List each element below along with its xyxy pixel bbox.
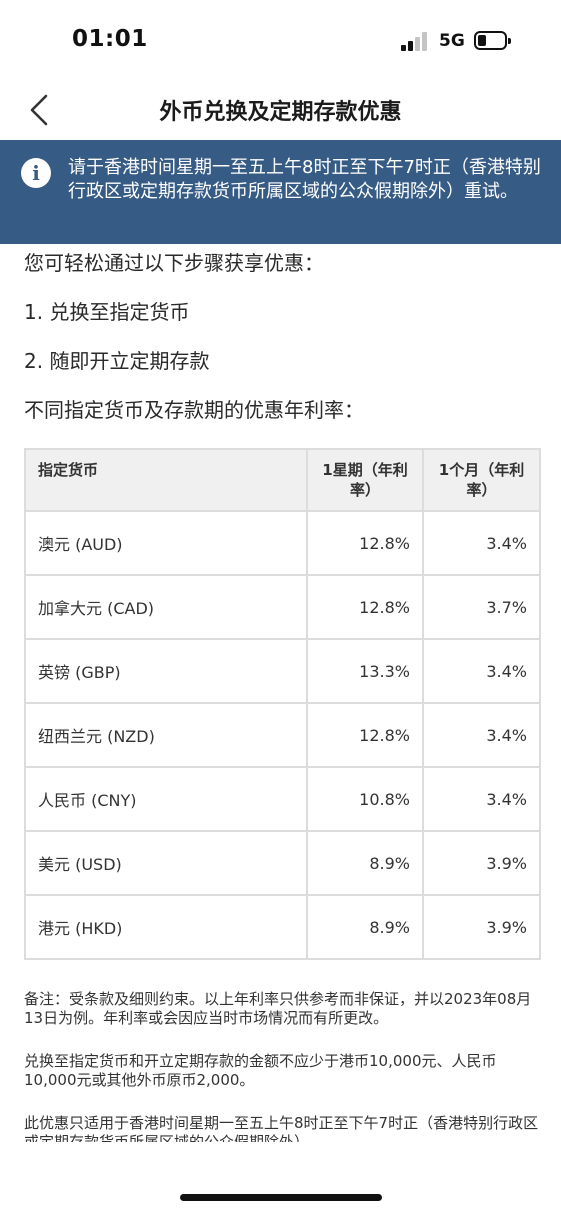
currency-cell: 英镑 (GBP) — [24, 638, 308, 704]
column-header-1-month: 1个月（年利率） — [422, 448, 541, 512]
rate-1-week-cell: 10.8% — [306, 766, 424, 832]
rates-table: 指定货币 1星期（年利率） 1个月（年利率） 澳元 (AUD) 12.8% 3.… — [24, 448, 541, 960]
rate-1-month-cell: 3.4% — [422, 702, 541, 768]
table-row: 美元 (USD) 8.9% 3.9% — [24, 830, 541, 896]
step-item: 2. 随即开立定期存款 — [24, 349, 210, 373]
currency-cell: 港元 (HKD) — [24, 894, 308, 960]
table-row: 港元 (HKD) 8.9% 3.9% — [24, 894, 541, 960]
table-header-row: 指定货币 1星期（年利率） 1个月（年利率） — [24, 448, 541, 512]
rate-1-month-cell: 3.7% — [422, 574, 541, 640]
rate-1-week-cell: 12.8% — [306, 574, 424, 640]
step-item: 1. 兑换至指定货币 — [24, 300, 190, 324]
note-minimum-amount: 兑换至指定货币和开立定期存款的金额不应少于港币10,000元、人民币10,000… — [24, 1052, 497, 1089]
rate-1-week-cell: 13.3% — [306, 638, 424, 704]
rate-1-month-cell: 3.9% — [422, 830, 541, 896]
table-row: 加拿大元 (CAD) 12.8% 3.7% — [24, 574, 541, 640]
rate-1-month-cell: 3.4% — [422, 638, 541, 704]
table-row: 人民币 (CNY) 10.8% 3.4% — [24, 766, 541, 832]
column-header-currency: 指定货币 — [24, 448, 308, 512]
rate-1-week-cell: 12.8% — [306, 510, 424, 576]
currency-cell: 澳元 (AUD) — [24, 510, 308, 576]
battery-icon — [474, 31, 511, 50]
table-row: 澳元 (AUD) 12.8% 3.4% — [24, 510, 541, 576]
network-type: 5G — [439, 31, 465, 51]
main-content: 您可轻松通过以下步骤获享优惠： 1. 兑换至指定货币 2. 随即开立定期存款 不… — [24, 244, 540, 425]
home-indicator[interactable] — [180, 1194, 382, 1201]
rate-1-week-cell: 8.9% — [306, 830, 424, 896]
status-time: 01:01 — [72, 26, 148, 52]
intro-text: 您可轻松通过以下步骤获享优惠： — [24, 251, 324, 275]
banner-message: 请于香港时间星期一至五上午8时正至下午7时正（香港特别行政区或定期存款货币所属区… — [68, 157, 541, 202]
table-row: 英镑 (GBP) 13.3% 3.4% — [24, 638, 541, 704]
rate-1-week-cell: 8.9% — [306, 894, 424, 960]
rates-heading: 不同指定货币及存款期的优惠年利率： — [24, 398, 364, 422]
rate-1-month-cell: 3.9% — [422, 894, 541, 960]
column-header-1-week: 1星期（年利率） — [306, 448, 424, 512]
rate-1-month-cell: 3.4% — [422, 766, 541, 832]
notes-section: 备注：受条款及细则约束。以上年利率只供参考而非保证，并以2023年08月13日为… — [24, 990, 540, 1142]
cellular-signal-icon — [401, 31, 431, 51]
nav-header: 外币兑换及定期存款优惠 — [0, 84, 561, 140]
currency-cell: 美元 (USD) — [24, 830, 308, 896]
page-title: 外币兑换及定期存款优惠 — [159, 100, 402, 125]
rate-1-month-cell: 3.4% — [422, 510, 541, 576]
info-banner: i 请于香港时间星期一至五上午8时正至下午7时正（香港特别行政区或定期存款货币所… — [0, 140, 561, 244]
info-icon: i — [21, 158, 51, 188]
rate-1-week-cell: 12.8% — [306, 702, 424, 768]
note-offer-hours: 此优惠只适用于香港时间星期一至五上午8时正至下午7时正（香港特别行政区或定期存款… — [24, 1114, 539, 1142]
status-bar: 01:01 5G — [0, 0, 561, 84]
table-row: 纽西兰元 (NZD) 12.8% 3.4% — [24, 702, 541, 768]
currency-cell: 加拿大元 (CAD) — [24, 574, 308, 640]
note-remarks: 备注：受条款及细则约束。以上年利率只供参考而非保证，并以2023年08月13日为… — [24, 990, 532, 1027]
currency-cell: 人民币 (CNY) — [24, 766, 308, 832]
currency-cell: 纽西兰元 (NZD) — [24, 702, 308, 768]
